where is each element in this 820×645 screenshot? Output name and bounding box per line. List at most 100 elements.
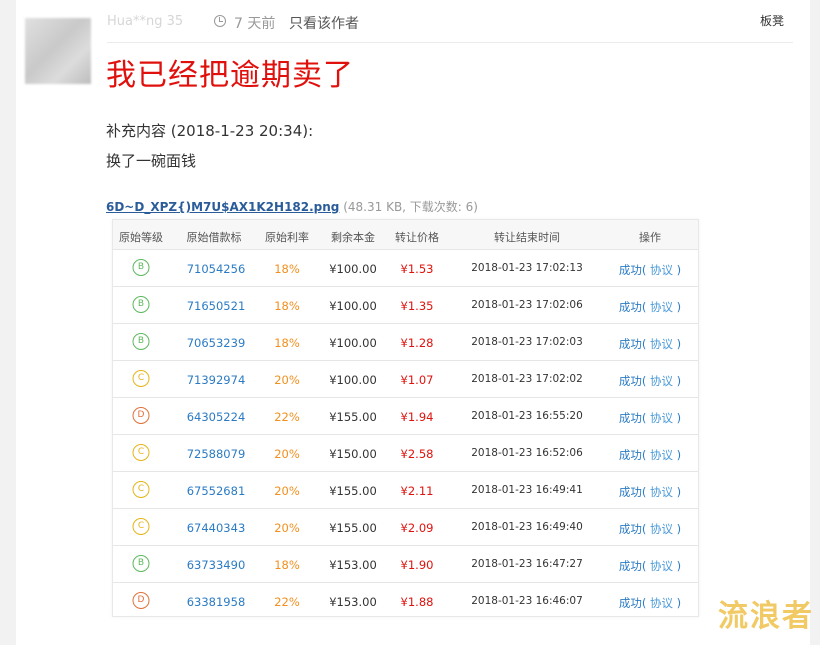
rate-value: 18%: [274, 558, 300, 572]
supplement-label: 补充内容 (2018-1-23 20:34):: [106, 122, 314, 140]
action-cell: 成功( 协议 ): [618, 337, 682, 351]
header-price: 转让价格: [395, 231, 439, 244]
action-cell: 成功( 协议 ): [618, 300, 682, 314]
agreement-link[interactable]: 协议: [650, 411, 673, 425]
price-value: ¥2.58: [400, 447, 434, 461]
loan-id-link[interactable]: 70653239: [187, 336, 246, 350]
end-time-value: 2018-01-23 17:02:02: [471, 373, 583, 385]
author-name[interactable]: Hua**ng 35: [107, 14, 183, 29]
table-row: B 63733490 18% ¥153.00 ¥1.90 2018-01-23 16:47…: [113, 545, 698, 583]
rate-value: 18%: [274, 299, 300, 313]
transfer-table: 原始等级 原始借款标 原始利率 剩余本金 转让价格 转让结束时间 操作 B 710…: [112, 219, 699, 617]
grade-badge: D: [132, 407, 150, 424]
agreement-link[interactable]: 协议: [650, 374, 673, 388]
agreement-link[interactable]: 协议: [650, 522, 673, 536]
action-cell: 成功( 协议 ): [618, 263, 682, 277]
table-row: C 67552681 20% ¥155.00 ¥2.11 2018-01-23 16:49…: [113, 471, 698, 509]
end-time-value: 2018-01-23 16:52:06: [471, 447, 583, 459]
grade-badge: C: [132, 444, 150, 461]
loan-id-link[interactable]: 64305224: [187, 410, 246, 424]
price-value: ¥1.94: [400, 410, 434, 424]
avatar[interactable]: [25, 18, 91, 84]
loan-id-link[interactable]: 63733490: [187, 558, 246, 572]
agreement-link[interactable]: 协议: [650, 596, 673, 610]
only-author-link[interactable]: 只看该作者: [289, 13, 359, 33]
post-time: 7 天前: [234, 16, 276, 32]
price-value: ¥2.09: [400, 521, 434, 535]
loan-id-link[interactable]: 72588079: [187, 447, 246, 461]
action-cell: 成功( 协议 ): [618, 448, 682, 462]
loan-id-link[interactable]: 71650521: [187, 299, 246, 313]
action-cell: 成功( 协议 ): [618, 522, 682, 536]
supplement-body: 换了一碗面钱: [106, 152, 197, 170]
floor-label: 板凳: [760, 14, 785, 28]
price-value: ¥1.35: [400, 299, 434, 313]
principal-value: ¥100.00: [329, 262, 377, 276]
principal-value: ¥155.00: [329, 521, 377, 535]
header-loan: 原始借款标: [186, 231, 242, 244]
agreement-link[interactable]: 协议: [650, 263, 673, 277]
grade-badge: C: [132, 518, 150, 535]
agreement-link[interactable]: 协议: [650, 337, 673, 351]
rate-value: 20%: [274, 484, 300, 498]
loan-id-link[interactable]: 71392974: [187, 373, 246, 387]
post-title: 我已经把逾期卖了: [106, 58, 354, 93]
loan-id-link[interactable]: 71054256: [187, 262, 246, 276]
status-text: 成功: [618, 411, 642, 425]
rate-value: 20%: [274, 521, 300, 535]
grade-badge: B: [132, 333, 150, 350]
end-time-value: 2018-01-23 16:49:40: [471, 521, 583, 533]
end-time-value: 2018-01-23 17:02:13: [471, 262, 583, 274]
end-time-value: 2018-01-23 17:02:03: [471, 336, 583, 348]
grade-badge: B: [132, 259, 150, 276]
header-grade: 原始等级: [119, 231, 163, 244]
agreement-link[interactable]: 协议: [650, 559, 673, 573]
loan-id-link[interactable]: 63381958: [187, 595, 246, 609]
header-rate: 原始利率: [265, 231, 309, 244]
loan-id-link[interactable]: 67440343: [187, 521, 246, 535]
table-header: 原始等级 原始借款标 原始利率 剩余本金 转让价格 转让结束时间 操作: [113, 220, 698, 249]
table-row: B 70653239 18% ¥100.00 ¥1.28 2018-01-23 17:02…: [113, 323, 698, 361]
table-row: C 67440343 20% ¥155.00 ¥2.09 2018-01-23 16:49…: [113, 508, 698, 546]
header-action: 操作: [639, 231, 661, 244]
status-text: 成功: [618, 448, 642, 462]
status-text: 成功: [618, 337, 642, 351]
header-principal: 剩余本金: [331, 231, 375, 244]
grade-badge: B: [132, 555, 150, 572]
rate-value: 22%: [274, 410, 300, 424]
end-time-value: 2018-01-23 16:49:41: [471, 484, 583, 496]
rate-value: 20%: [274, 447, 300, 461]
status-text: 成功: [618, 374, 642, 388]
rate-value: 20%: [274, 373, 300, 387]
end-time-value: 2018-01-23 17:02:06: [471, 299, 583, 311]
agreement-link[interactable]: 协议: [650, 448, 673, 462]
agreement-link[interactable]: 协议: [650, 485, 673, 499]
rate-value: 18%: [274, 336, 300, 350]
agreement-link[interactable]: 协议: [650, 300, 673, 314]
end-time-value: 2018-01-23 16:46:07: [471, 595, 583, 607]
status-text: 成功: [618, 596, 642, 610]
grade-badge: C: [132, 370, 150, 387]
clock-icon: [214, 15, 226, 27]
table-row: B 71054256 18% ¥100.00 ¥1.53 2018-01-23 17:02…: [113, 249, 698, 287]
table-row: B 71650521 18% ¥100.00 ¥1.35 2018-01-23 17:02…: [113, 286, 698, 324]
header-end-time: 转让结束时间: [494, 231, 560, 244]
price-value: ¥1.90: [400, 558, 434, 572]
principal-value: ¥100.00: [329, 299, 377, 313]
price-value: ¥2.11: [400, 484, 434, 498]
status-text: 成功: [618, 522, 642, 536]
end-time-value: 2018-01-23 16:47:27: [471, 558, 583, 570]
price-value: ¥1.28: [400, 336, 434, 350]
rate-value: 18%: [274, 262, 300, 276]
loan-id-link[interactable]: 67552681: [187, 484, 246, 498]
principal-value: ¥150.00: [329, 447, 377, 461]
divider: [107, 42, 793, 43]
table-row: C 72588079 20% ¥150.00 ¥2.58 2018-01-23 16:52…: [113, 434, 698, 472]
principal-value: ¥153.00: [329, 595, 377, 609]
grade-badge: B: [132, 296, 150, 313]
attachment-link[interactable]: 6D~D_XPZ{)M7U$AX1K2H182.png: [106, 200, 339, 214]
end-time-value: 2018-01-23 16:55:20: [471, 410, 583, 422]
table-row: D 64305224 22% ¥155.00 ¥1.94 2018-01-23 16:55…: [113, 397, 698, 435]
price-value: ¥1.53: [400, 262, 434, 276]
action-cell: 成功( 协议 ): [618, 374, 682, 388]
